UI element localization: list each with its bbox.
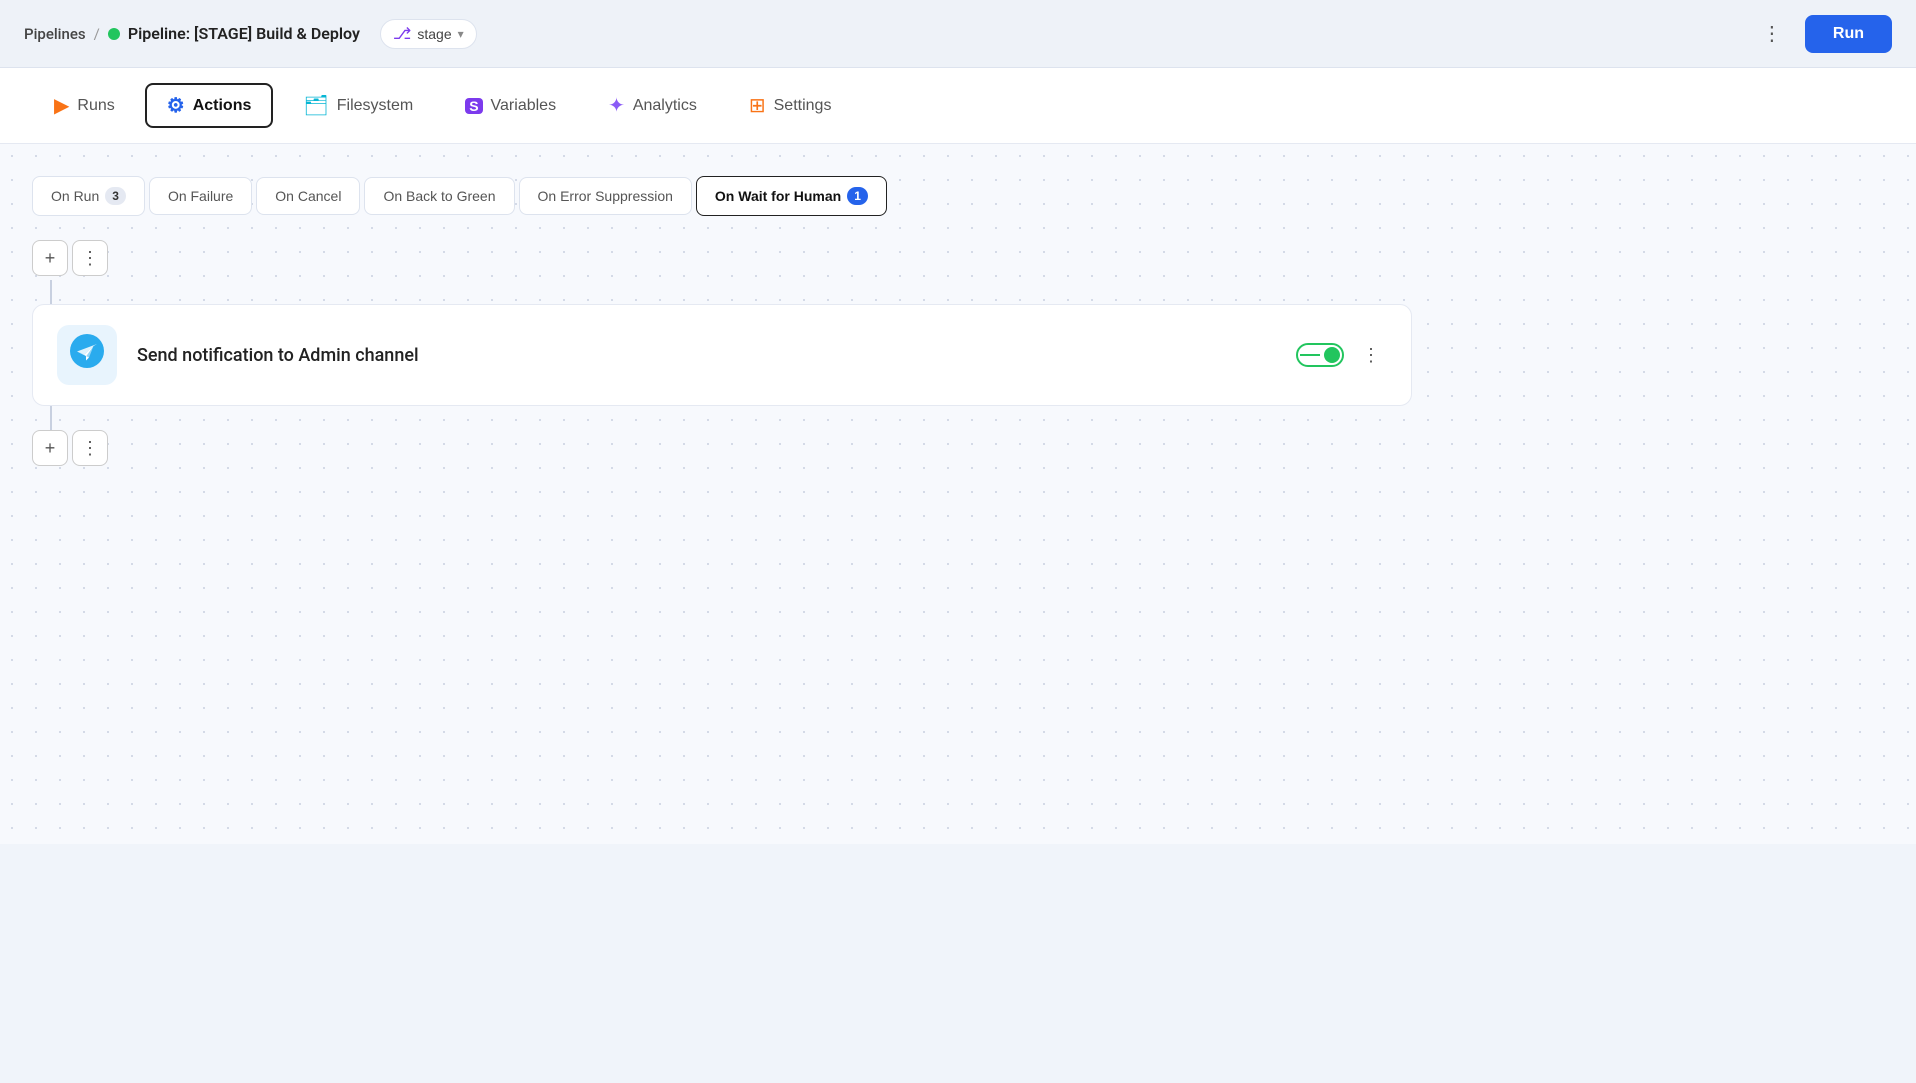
add-row-top: + ⋮ bbox=[32, 240, 1884, 276]
tab-settings[interactable]: ⊞ Settings bbox=[727, 83, 854, 128]
connector-line-bottom bbox=[50, 406, 52, 430]
content-area: On Run 3 On Failure On Cancel On Back to… bbox=[0, 144, 1916, 844]
stage-badge[interactable]: ⎇ stage ▾ bbox=[380, 19, 477, 49]
breadcrumb-pipelines[interactable]: Pipelines bbox=[24, 25, 86, 43]
tab-analytics[interactable]: ✦ Analytics bbox=[586, 83, 719, 128]
telegram-icon bbox=[69, 333, 105, 377]
breadcrumb: Pipelines / Pipeline: [STAGE] Build & De… bbox=[24, 19, 1756, 49]
stage-label: stage bbox=[417, 26, 451, 42]
tab-runs-label: Runs bbox=[77, 97, 114, 115]
sub-tab-on-run-badge: 3 bbox=[105, 187, 126, 205]
tab-filesystem-label: Filesystem bbox=[337, 97, 413, 115]
sub-tab-on-wait-for-human-badge: 1 bbox=[847, 187, 868, 205]
tab-actions[interactable]: ⚙ Actions bbox=[145, 83, 274, 128]
sub-tab-on-failure-label: On Failure bbox=[168, 188, 233, 204]
run-button[interactable]: Run bbox=[1805, 15, 1892, 53]
sub-tab-on-cancel[interactable]: On Cancel bbox=[256, 177, 360, 215]
breadcrumb-separator: / bbox=[94, 25, 100, 43]
action-toggle[interactable] bbox=[1296, 343, 1344, 367]
stage-icon: ⎇ bbox=[393, 24, 411, 44]
sub-tab-on-cancel-label: On Cancel bbox=[275, 188, 341, 204]
tab-filesystem[interactable]: 🗂 Filesystem bbox=[281, 83, 435, 128]
sub-tab-on-run-label: On Run bbox=[51, 188, 99, 204]
chevron-down-icon: ▾ bbox=[458, 27, 464, 41]
action-card: Send notification to Admin channel ⋮ bbox=[32, 304, 1412, 406]
tab-analytics-label: Analytics bbox=[633, 97, 697, 115]
top-header: Pipelines / Pipeline: [STAGE] Build & De… bbox=[0, 0, 1916, 68]
action-label: Send notification to Admin channel bbox=[137, 345, 1276, 366]
sub-tab-on-wait-for-human[interactable]: On Wait for Human 1 bbox=[696, 176, 887, 216]
tab-variables-label: Variables bbox=[491, 97, 557, 115]
toggle-thumb bbox=[1324, 347, 1340, 363]
analytics-icon: ✦ bbox=[608, 93, 625, 118]
action-right: ⋮ bbox=[1296, 341, 1387, 370]
pipeline-title: Pipeline: [STAGE] Build & Deploy bbox=[128, 24, 360, 43]
sub-tab-on-run[interactable]: On Run 3 bbox=[32, 176, 145, 216]
more-action-button-top[interactable]: ⋮ bbox=[72, 240, 108, 276]
sub-tab-on-error-suppression-label: On Error Suppression bbox=[538, 188, 673, 204]
add-action-button-top[interactable]: + bbox=[32, 240, 68, 276]
sub-tab-on-back-to-green-label: On Back to Green bbox=[383, 188, 495, 204]
settings-icon: ⊞ bbox=[749, 93, 766, 118]
variables-icon: S bbox=[465, 98, 482, 114]
tab-settings-label: Settings bbox=[774, 97, 832, 115]
sub-tabs: On Run 3 On Failure On Cancel On Back to… bbox=[32, 176, 1884, 240]
tab-runs[interactable]: ▶ Runs bbox=[32, 83, 137, 128]
tab-actions-label: Actions bbox=[193, 97, 252, 115]
actions-icon: ⚙ bbox=[167, 93, 185, 118]
filesystem-icon: 🗂 bbox=[303, 93, 328, 118]
sub-tab-on-wait-for-human-label: On Wait for Human bbox=[715, 188, 841, 204]
sub-tab-on-back-to-green[interactable]: On Back to Green bbox=[364, 177, 514, 215]
header-more-button[interactable]: ⋮ bbox=[1756, 15, 1789, 52]
tab-variables[interactable]: S Variables bbox=[443, 87, 578, 125]
header-right: ⋮ Run bbox=[1756, 15, 1892, 53]
connector-line bbox=[50, 280, 52, 304]
add-action-button-bottom[interactable]: + bbox=[32, 430, 68, 466]
main-content: ▶ Runs ⚙ Actions 🗂 Filesystem S Variable… bbox=[0, 68, 1916, 844]
action-icon-wrap bbox=[57, 325, 117, 385]
action-card-more-button[interactable]: ⋮ bbox=[1356, 341, 1387, 370]
toggle-line bbox=[1300, 354, 1320, 356]
sub-tab-on-error-suppression[interactable]: On Error Suppression bbox=[519, 177, 692, 215]
runs-icon: ▶ bbox=[54, 93, 69, 118]
tabs-nav: ▶ Runs ⚙ Actions 🗂 Filesystem S Variable… bbox=[0, 68, 1916, 144]
toggle-wrap[interactable] bbox=[1296, 343, 1344, 367]
add-row-bottom: + ⋮ bbox=[32, 430, 1884, 466]
pipeline-status-dot bbox=[108, 28, 120, 40]
more-action-button-bottom[interactable]: ⋮ bbox=[72, 430, 108, 466]
sub-tab-on-failure[interactable]: On Failure bbox=[149, 177, 252, 215]
